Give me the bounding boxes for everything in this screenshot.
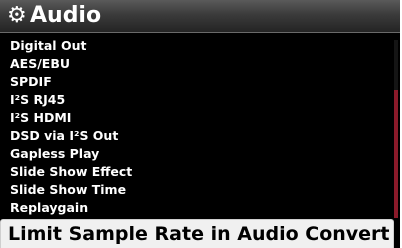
settings-menu: Digital Out AES/EBU SPDIF I²S RJ45 I²S H… — [0, 37, 400, 217]
menu-item-spdif[interactable]: SPDIF — [0, 73, 400, 91]
menu-item-dsd-via-i2s-out[interactable]: DSD via I²S Out — [0, 127, 400, 145]
menu-item-limit-sample-rate-selected[interactable]: Limit Sample Rate in Audio Convert — [0, 219, 394, 248]
header-bar: ⚙ Audio — [0, 0, 400, 33]
menu-item-replaygain[interactable]: Replaygain — [0, 199, 400, 217]
menu-item-slide-show-time[interactable]: Slide Show Time — [0, 181, 400, 199]
menu-item-aes-ebu[interactable]: AES/EBU — [0, 55, 400, 73]
gear-icon: ⚙ — [7, 3, 27, 28]
page-title: Audio — [30, 3, 102, 28]
menu-item-gapless-play[interactable]: Gapless Play — [0, 145, 400, 163]
scrollbar-thumb[interactable] — [394, 90, 398, 218]
menu-scrollbar[interactable] — [394, 40, 398, 218]
menu-item-slide-show-effect[interactable]: Slide Show Effect — [0, 163, 400, 181]
menu-item-i2s-hdmi[interactable]: I²S HDMI — [0, 109, 400, 127]
audio-settings-screen: ⚙ Audio Digital Out AES/EBU SPDIF I²S RJ… — [0, 0, 400, 248]
menu-item-digital-out[interactable]: Digital Out — [0, 37, 400, 55]
menu-item-i2s-rj45[interactable]: I²S RJ45 — [0, 91, 400, 109]
